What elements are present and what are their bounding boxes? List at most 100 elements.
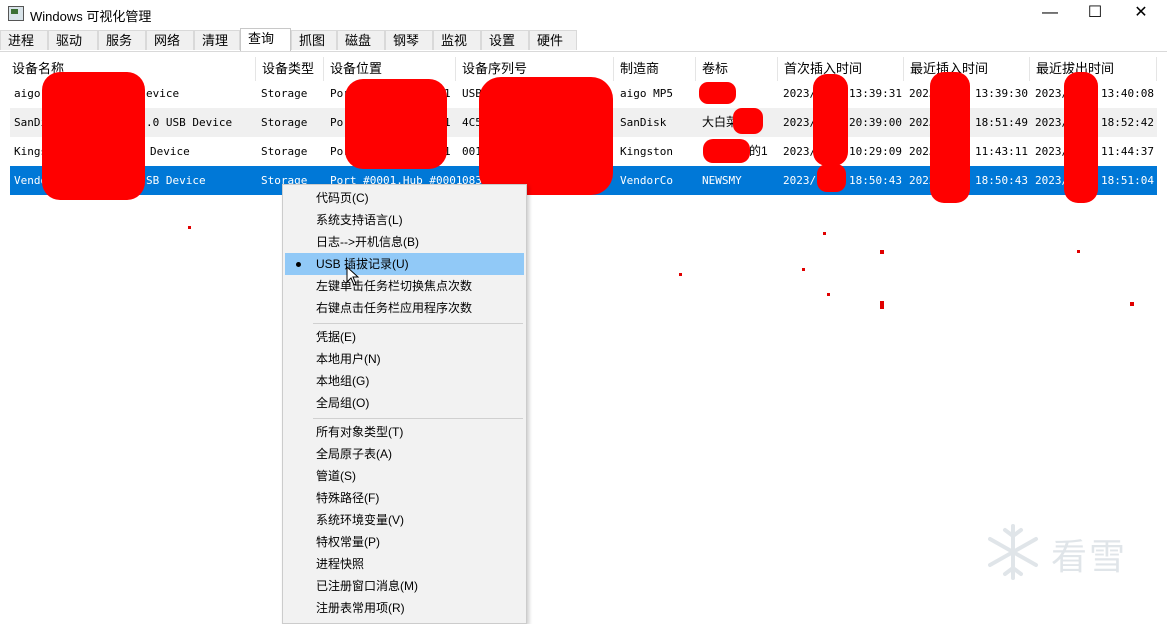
app-icon [8,6,24,21]
redaction-mark [1064,72,1098,203]
cell-first-insert-time: 10:29:09 [849,145,902,158]
column-header-device-location[interactable]: 设备位置 [324,57,456,81]
redaction-mark [930,72,970,203]
menu-item-global-groups[interactable]: 全局组(O) [285,392,524,414]
cell-device-name-tail: evice [146,87,180,100]
cell-manufacturer: SanDisk [620,116,667,129]
cell-device-name-tail: Device [150,145,190,158]
cell-device-type: Storage [261,116,308,129]
tab-cleanup[interactable]: 清理 [194,30,240,50]
menu-item-object-types[interactable]: 所有对象类型(T) [285,421,524,443]
red-dot [823,232,826,235]
menu-item-atom-table[interactable]: 全局原子表(A) [285,443,524,465]
radio-bullet-icon [296,262,301,267]
redaction-mark [733,108,763,134]
window-title: Windows 可视化管理 [30,9,152,24]
red-dot [1130,302,1134,306]
red-dot [679,273,682,276]
tab-network[interactable]: 网络 [146,30,194,50]
menu-item-usb-records[interactable]: USB 插拔记录(U) [285,253,524,275]
tab-monitor[interactable]: 监视 [433,30,481,50]
menu-item-special-paths[interactable]: 特殊路径(F) [285,487,524,509]
cell-manufacturer: aigo MP5 [620,87,673,100]
cell-first-insert-date: 2023/ [783,116,817,129]
tab-bar: 进程 驱动 服务 网络 清理 查询 抓图 磁盘 钢琴 监视 设置 硬件 [0,28,1167,52]
menu-item-pipes[interactable]: 管道(S) [285,465,524,487]
menu-item-right-click-count[interactable]: 右键点击任务栏应用程序次数 [285,297,524,319]
menu-item-left-click-count[interactable]: 左键单击任务栏切换焦点次数 [285,275,524,297]
cell-last-remove-time: 18:52:42 [1101,116,1154,129]
red-dot [1077,250,1080,253]
menu-separator [313,323,523,324]
cell-last-remove-date: 2023/ [1035,116,1069,129]
close-button[interactable]: ✕ [1118,0,1164,28]
red-dot [880,250,884,254]
redaction-mark [345,79,447,169]
maximize-button[interactable]: ☐ [1072,0,1118,28]
cell-last-remove-time: 18:51:04 [1101,174,1154,187]
column-header-manufacturer[interactable]: 制造商 [614,57,696,81]
menu-item-registry-items[interactable]: 注册表常用项(R) [285,597,524,619]
redaction-mark [479,77,613,195]
red-dot [880,301,884,309]
menu-item-window-messages[interactable]: 已注册窗口消息(M) [285,575,524,597]
cell-first-insert-time: 13:39:31 [849,87,902,100]
cell-last-remove-date: 2023/ [1035,87,1069,100]
cell-first-insert-time: 20:39:00 [849,116,902,129]
cell-first-insert-date: 2023/ [783,145,817,158]
red-dot [188,226,191,229]
cell-last-insert-time: 18:51:49 [975,116,1028,129]
cell-device-name-tail: .0 USB Device [146,116,233,129]
cell-last-remove-time: 11:44:37 [1101,145,1154,158]
red-dot [827,293,830,296]
cell-first-insert-date: 2023/ [783,174,817,187]
menu-item-local-groups[interactable]: 本地组(G) [285,370,524,392]
menu-item-env-vars[interactable]: 系统环境变量(V) [285,509,524,531]
tab-capture[interactable]: 抓图 [291,30,337,50]
cell-last-insert-time: 13:39:30 [975,87,1028,100]
tab-hardware[interactable]: 硬件 [529,30,577,50]
cell-volume-label: 大白菜 [702,115,739,129]
column-header-volume-label[interactable]: 卷标 [696,57,778,81]
redaction-mark [817,164,846,192]
menu-item-codepage[interactable]: 代码页(C) [285,187,524,209]
minimize-button[interactable]: — [1027,0,1073,28]
menu-item-boot-log[interactable]: 日志-->开机信息(B) [285,231,524,253]
cell-manufacturer: VendorCo [620,174,673,187]
cell-last-insert-time: 18:50:43 [975,174,1028,187]
tab-driver[interactable]: 驱动 [48,30,98,50]
cell-first-insert-date: 2023/ [783,87,817,100]
redaction-mark [813,74,848,166]
tab-disk[interactable]: 磁盘 [337,30,385,50]
tab-query[interactable]: 查询 [240,28,291,51]
menu-item-usb-records-label: USB 插拔记录(U) [316,257,409,271]
redaction-mark [703,139,750,163]
watermark: 看雪 [983,522,1143,584]
cell-device-name-tail: SB Device [146,174,206,187]
menu-separator [313,418,523,419]
cell-last-remove-date: 2023/ [1035,174,1069,187]
menu-item-system-languages[interactable]: 系统支持语言(L) [285,209,524,231]
redaction-mark [42,72,145,200]
menu-item-credentials[interactable]: 凭据(E) [285,326,524,348]
column-header-device-type[interactable]: 设备类型 [256,57,324,81]
tab-process[interactable]: 进程 [0,30,48,50]
tab-piano[interactable]: 钢琴 [385,30,433,50]
cell-manufacturer: Kingston [620,145,673,158]
snowflake-icon [988,524,1038,580]
title-bar: Windows 可视化管理 — ☐ ✕ [0,0,1167,28]
tab-service[interactable]: 服务 [98,30,146,50]
cell-device-name: aigo [14,87,41,100]
tab-settings[interactable]: 设置 [481,30,529,50]
cell-last-insert-time: 11:43:11 [975,145,1028,158]
menu-item-local-users[interactable]: 本地用户(N) [285,348,524,370]
menu-item-process-snapshot[interactable]: 进程快照 [285,553,524,575]
menu-item-privileges[interactable]: 特权常量(P) [285,531,524,553]
mouse-cursor-icon [346,266,360,286]
context-menu[interactable]: 代码页(C) 系统支持语言(L) 日志-->开机信息(B) USB 插拔记录(U… [282,184,527,624]
cell-device-type: Storage [261,87,308,100]
redaction-mark [699,82,736,104]
cell-volume-label: NEWSMY [702,174,742,187]
cell-last-remove-date: 2023/ [1035,145,1069,158]
cell-last-remove-time: 13:40:08 [1101,87,1154,100]
